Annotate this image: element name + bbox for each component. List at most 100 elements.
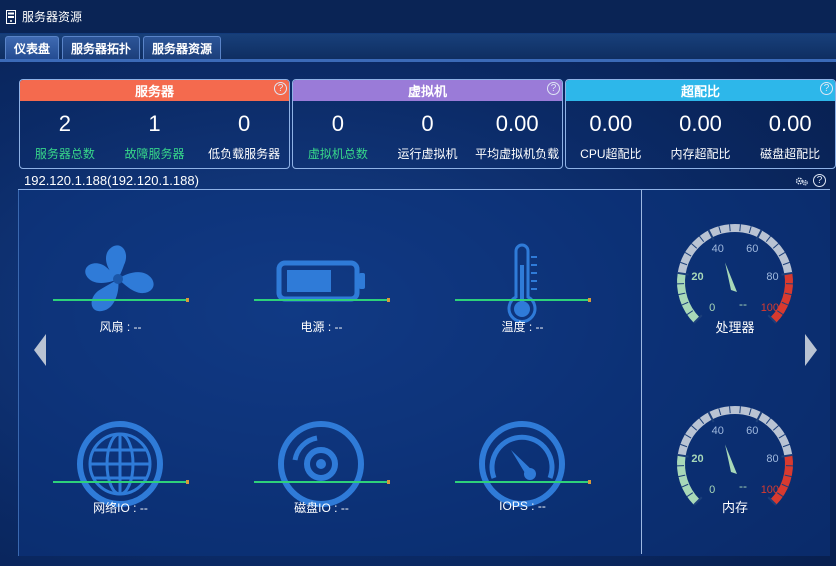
next-arrow[interactable] [805, 334, 817, 366]
stat-value: 0 [421, 111, 434, 136]
gauge-tick-label: 20 [691, 271, 703, 283]
gauge-tick [729, 224, 731, 232]
globe-icon [77, 421, 163, 507]
stat-value: 2 [58, 111, 71, 136]
sensor-status-line [455, 480, 591, 484]
memory-gauge: 0 20 40 60 80 100 -- 内存 [670, 402, 800, 532]
sensor-status-line [254, 480, 390, 484]
host-bar: 192.120.1.188(192.120.1.188) ? [18, 172, 830, 190]
sensor-status-line [455, 298, 591, 302]
stat-memory-overcommit: 0.00 内存超配比 [656, 101, 746, 168]
tab-server-resources[interactable]: 服务器资源 [143, 36, 222, 59]
sensor-power[interactable]: 电源 : -- [254, 243, 404, 334]
stat-label[interactable]: 虚拟机总数 [293, 145, 383, 162]
overcommit-panel-header: 超配比 ? [566, 80, 835, 101]
stat-value: 1 [148, 111, 161, 136]
gauge-tick-label: 60 [746, 243, 758, 255]
gauge-value-text: -- [739, 297, 747, 311]
stat-total-vms: 0 虚拟机总数 [293, 101, 383, 168]
gauge-needle [725, 444, 737, 474]
stat-label[interactable]: 服务器总数 [20, 145, 110, 162]
prev-arrow[interactable] [34, 334, 46, 366]
cpu-gauge: 0 20 40 60 80 100 -- 处理器 [670, 220, 800, 350]
speedometer-icon [479, 421, 565, 507]
vertical-divider [641, 190, 642, 554]
tab-dashboard[interactable]: 仪表盘 [5, 36, 60, 59]
memory-gauge-label: 内存 [721, 500, 748, 515]
servers-panel-title: 服务器 [134, 84, 174, 99]
sensor-status-line [254, 298, 390, 302]
servers-panel: 服务器 ? 2 服务器总数 1 故障服务器 0 低负载服务器 [19, 79, 290, 169]
sensor-fan[interactable]: 风扇 : -- [53, 243, 203, 334]
gauge-tick-label: 20 [691, 453, 703, 465]
cpu-gauge-dial: 0 20 40 60 80 100 -- [677, 224, 793, 324]
battery-icon [276, 260, 365, 302]
sensor-network-io[interactable]: 网络IO : -- [53, 420, 203, 515]
stat-label[interactable]: 故障服务器 [110, 145, 200, 162]
host-help-icon[interactable]: ? [813, 174, 826, 187]
stat-label: 运行虚拟机 [397, 147, 458, 161]
sensor-power-label: 电源 : -- [300, 320, 343, 334]
stat-value: 0 [331, 111, 344, 136]
sensor-status-line [53, 298, 189, 302]
gauge-tick [739, 224, 741, 232]
cpu-gauge-label: 处理器 [715, 320, 755, 335]
disk-icon [278, 421, 364, 507]
gauge-tick-label: 80 [766, 453, 778, 465]
help-icon[interactable]: ? [274, 82, 287, 95]
thermometer-icon [507, 243, 537, 324]
gauge-value-text: -- [739, 479, 747, 493]
gauge-tick-label: 100 [761, 484, 779, 496]
sensor-iops-label: IOPS : -- [499, 499, 546, 513]
sensor-disk-io[interactable]: 磁盘IO : -- [254, 420, 404, 515]
stat-running-vms: 0 运行虚拟机 [383, 101, 473, 168]
stat-cpu-overcommit: 0.00 CPU超配比 [566, 101, 656, 168]
stat-label: 低负载服务器 [208, 147, 281, 161]
sensor-disk-io-label: 磁盘IO : -- [294, 501, 349, 515]
stat-faulty-servers: 1 故障服务器 [110, 101, 200, 168]
window-title: 服务器资源 [22, 10, 83, 24]
gauge-tick-label: 60 [746, 425, 758, 437]
gears-icon[interactable] [795, 174, 809, 188]
vms-panel: 虚拟机 ? 0 虚拟机总数 0 运行虚拟机 0.00 平均虚拟机负载 [292, 79, 563, 169]
gauge-tick-label: 40 [712, 425, 724, 437]
gauge-band-mid [677, 224, 793, 275]
stat-label: 磁盘超配比 [760, 147, 821, 161]
window-titlebar: 服务器资源 [0, 0, 836, 34]
servers-panel-header: 服务器 ? [20, 80, 289, 101]
gauge-tick-label: 0 [709, 484, 715, 496]
gauge-tick [729, 406, 731, 414]
fan-icon [85, 245, 154, 312]
sensor-temperature[interactable]: 温度 : -- [455, 243, 605, 334]
gauge-band-mid [677, 406, 793, 457]
tab-server-topology[interactable]: 服务器拓扑 [62, 36, 141, 59]
sensor-iops[interactable]: IOPS : -- [455, 420, 605, 515]
stat-value: 0.00 [679, 111, 722, 136]
stat-value: 0 [238, 111, 251, 136]
stat-value: 0.00 [495, 111, 539, 136]
server-icon [6, 9, 16, 24]
stat-value: 0.00 [768, 111, 812, 136]
vms-panel-title: 虚拟机 [407, 84, 447, 99]
help-icon[interactable]: ? [547, 82, 560, 95]
host-name: 192.120.1.188(192.120.1.188) [24, 173, 199, 188]
overcommit-panel: 超配比 ? 0.00 CPU超配比 0.00 内存超配比 0.00 磁盘超配比 [565, 79, 836, 169]
stat-label: 平均虚拟机负载 [475, 147, 560, 161]
gauge-tick-label: 0 [709, 302, 715, 314]
stat-label: CPU超配比 [580, 147, 642, 161]
help-icon[interactable]: ? [820, 82, 833, 95]
gauge-tick [739, 406, 741, 414]
stat-disk-overcommit: 0.00 磁盘超配比 [745, 101, 835, 168]
stat-total-servers: 2 服务器总数 [20, 101, 110, 168]
sensor-temperature-label: 温度 : -- [501, 320, 544, 334]
vms-panel-header: 虚拟机 ? [293, 80, 562, 101]
memory-gauge-dial: 0 20 40 60 80 100 -- [677, 406, 793, 506]
gauge-tick-label: 100 [761, 302, 779, 314]
sensor-fan-label: 风扇 : -- [99, 320, 142, 334]
sensor-network-io-label: 网络IO : -- [93, 501, 148, 515]
gauge-needle [725, 262, 737, 292]
sensor-status-line [53, 480, 189, 484]
overcommit-panel-title: 超配比 [680, 84, 720, 99]
stat-low-load-servers: 0 低负载服务器 [199, 101, 289, 168]
gauge-tick-label: 40 [712, 243, 724, 255]
